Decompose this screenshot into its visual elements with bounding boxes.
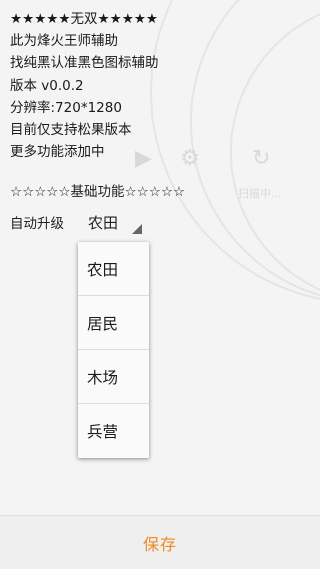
dropdown-option-lumberyard[interactable]: 木场 [78,350,149,404]
info-text-block: ★★★★★无双★★★★★ 此为烽火王师辅助 找纯黑认准黑色图标辅助 版本 v0.… [10,8,159,163]
dropdown-option-farmland[interactable]: 农田 [78,242,149,296]
description-line: 找纯黑认准黑色图标辅助 [10,55,159,72]
section-title-basic-features: ☆☆☆☆☆基础功能☆☆☆☆☆ [10,184,186,200]
dropdown-triangle-icon [132,224,142,234]
support-line: 目前仅支持松果版本 [10,122,132,139]
auto-upgrade-dropdown-menu: 农田 居民 木场 兵营 [78,242,149,458]
save-button[interactable]: 保存 [0,516,320,569]
auto-upgrade-label: 自动升级 [10,216,64,232]
more-features-line: 更多功能添加中 [10,144,105,161]
title-line: ★★★★★无双★★★★★ [10,11,159,27]
auto-upgrade-row: 自动升级 农田 [10,210,144,234]
spinner-selected-value: 农田 [88,213,119,232]
dropdown-option-residents[interactable]: 居民 [78,296,149,350]
version-line: 版本 v0.0.2 [10,77,84,94]
bottom-action-bar: 保存 [0,515,320,569]
gear-icon: ⚙ [180,146,200,171]
description-line: 此为烽火王师辅助 [10,33,118,50]
background-status-label: 扫描中... [238,187,282,200]
resolution-line: 分辨率:720*1280 [10,99,122,116]
refresh-icon: ↻ [252,146,271,171]
auto-upgrade-spinner[interactable]: 农田 [78,210,144,234]
dropdown-option-barracks[interactable]: 兵营 [78,404,149,457]
